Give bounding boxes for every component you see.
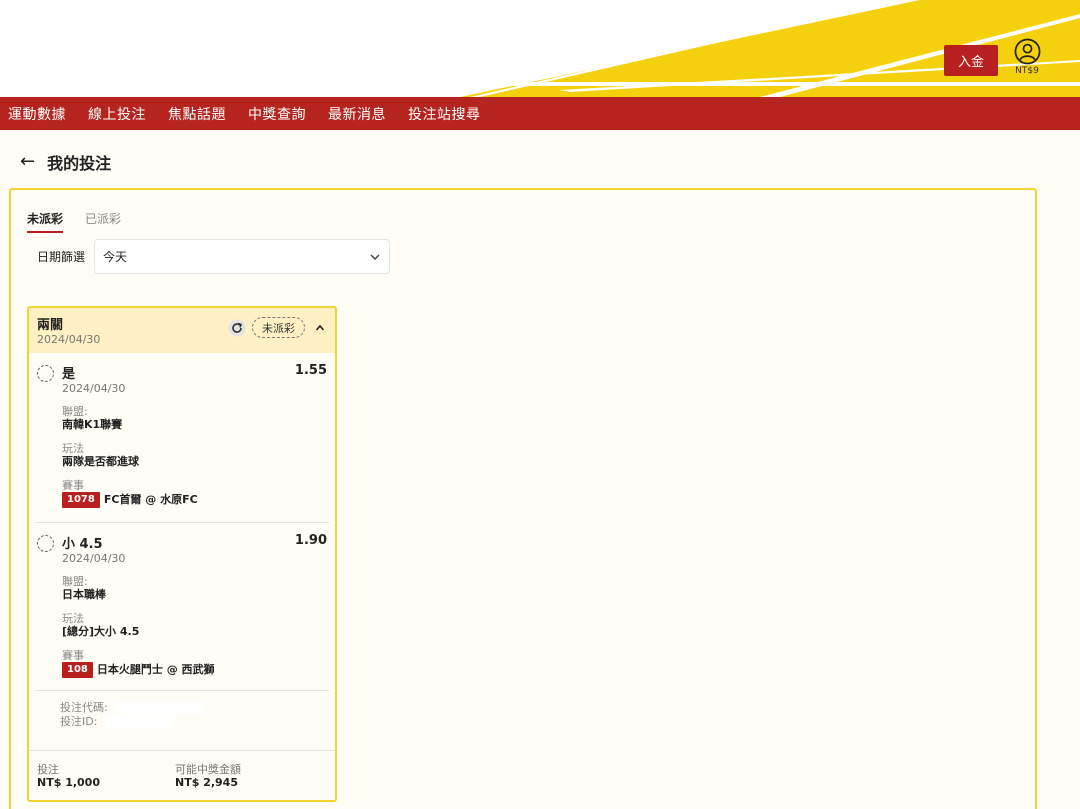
match-value-row: 108 日本火腿鬥士 @ 西武獅 [62, 662, 327, 678]
bet-selection: 是 2024/04/30 1.55 聯盟: 南韓K1聯賽 玩法 兩隊是否都進球 … [29, 353, 335, 522]
match-field: 賽事 108 日本火腿鬥士 @ 西武獅 [62, 649, 327, 678]
header-stripe-graphic [460, 0, 1080, 97]
bet-id-label: 投注ID: [60, 715, 98, 728]
nav-item-sports-data[interactable]: 運動數據 [8, 104, 66, 124]
bet-id-row: 投注ID: [60, 715, 329, 729]
match-label: 賽事 [62, 649, 84, 662]
bet-tabs: 未派彩 已派彩 [27, 210, 143, 233]
bet-card-actions: 未派彩 [228, 317, 325, 338]
match-value-row: 1078 FC首爾 @ 水原FC [62, 492, 327, 508]
play-label: 玩法 [62, 612, 84, 625]
page-title: 我的投注 [47, 154, 112, 173]
bet-code-label: 投注代碼: [60, 701, 108, 714]
chevron-down-icon [370, 253, 380, 260]
selection-head: 小 4.5 2024/04/30 1.90 [37, 533, 327, 565]
league-value: 日本職棒 [62, 588, 106, 601]
selection-name: 是 [62, 367, 76, 382]
play-label: 玩法 [62, 442, 84, 455]
selection-odds: 1.90 [294, 533, 327, 548]
nav-item-hot-topics[interactable]: 焦點話題 [168, 104, 226, 124]
bet-code-row: 投注代碼: [60, 701, 329, 715]
match-teams: FC首爾 @ 水原FC [103, 493, 198, 506]
selection-odds: 1.55 [294, 363, 327, 378]
selection-head: 是 2024/04/30 1.55 [37, 363, 327, 395]
account-balance: NT$9 [1015, 66, 1039, 76]
page-title-row: ← 我的投注 [20, 150, 111, 174]
payout-label: 可能中獎金額 [175, 763, 241, 776]
date-filter-select[interactable]: 今天 [94, 239, 391, 274]
bets-panel: 未派彩 已派彩 日期篩選 今天 兩關 2024/04/30 未派彩 是 2024… [9, 188, 1037, 809]
site-header: 入金 NT$9 [0, 0, 1080, 97]
league-field: 聯盟: 南韓K1聯賽 [62, 405, 327, 432]
selection-radio[interactable] [37, 365, 54, 382]
tab-unsettled[interactable]: 未派彩 [27, 210, 64, 233]
selection-main: 是 2024/04/30 [62, 363, 295, 395]
refresh-icon[interactable] [228, 319, 246, 337]
bet-selection: 小 4.5 2024/04/30 1.90 聯盟: 日本職棒 玩法 [總分]大小… [35, 522, 329, 678]
league-field: 聯盟: 日本職棒 [62, 575, 327, 602]
bet-card-footer: 投注 NT$ 1,000 可能中獎金額 NT$ 2,945 [29, 750, 335, 800]
nav-item-latest-news[interactable]: 最新消息 [328, 104, 386, 124]
play-value: 兩隊是否都進球 [62, 455, 139, 468]
chevron-up-icon[interactable] [315, 323, 325, 333]
tab-settled[interactable]: 已派彩 [85, 210, 121, 233]
nav-item-winning-check[interactable]: 中獎查詢 [248, 104, 306, 124]
selection-name: 小 4.5 [62, 537, 103, 552]
payout-col: 可能中獎金額 NT$ 2,945 [175, 763, 313, 800]
match-number-badge: 108 [62, 662, 93, 678]
status-badge: 未派彩 [252, 317, 305, 338]
selection-date: 2024/04/30 [62, 382, 126, 395]
match-number-badge: 1078 [62, 492, 100, 508]
deposit-button[interactable]: 入金 [944, 45, 998, 76]
stake-col: 投注 NT$ 1,000 [37, 763, 175, 800]
match-teams: 日本火腿鬥士 @ 西武獅 [96, 663, 215, 676]
account-menu[interactable]: NT$9 [1008, 38, 1046, 82]
payout-value: NT$ 2,945 [175, 776, 238, 789]
league-label: 聯盟: [62, 405, 88, 418]
league-label: 聯盟: [62, 575, 88, 588]
user-icon[interactable] [1014, 38, 1041, 65]
match-field: 賽事 1078 FC首爾 @ 水原FC [62, 479, 327, 508]
bet-card-header[interactable]: 兩關 2024/04/30 未派彩 [29, 308, 335, 353]
date-filter: 日期篩選 今天 [37, 239, 391, 274]
date-filter-label: 日期篩選 [37, 250, 86, 264]
stake-label: 投注 [37, 763, 59, 776]
date-filter-value: 今天 [103, 250, 128, 264]
main-nav: 運動數據 線上投注 焦點話題 中獎查詢 最新消息 投注站搜尋 [0, 97, 1080, 130]
match-label: 賽事 [62, 479, 84, 492]
nav-item-outlet-search[interactable]: 投注站搜尋 [408, 104, 481, 124]
selection-main: 小 4.5 2024/04/30 [62, 533, 295, 565]
selection-date: 2024/04/30 [62, 552, 126, 565]
redacted-id [105, 716, 173, 728]
play-value: [總分]大小 4.5 [62, 625, 140, 638]
bet-card: 兩關 2024/04/30 未派彩 是 2024/04/30 1.55 聯盟: … [27, 306, 337, 802]
play-field: 玩法 [總分]大小 4.5 [62, 612, 327, 639]
selection-radio[interactable] [37, 535, 54, 552]
nav-item-online-betting[interactable]: 線上投注 [88, 104, 146, 124]
bet-codes: 投注代碼: 投注ID: [35, 690, 329, 737]
stake-value: NT$ 1,000 [37, 776, 100, 789]
back-arrow-icon[interactable]: ← [20, 153, 35, 171]
play-field: 玩法 兩隊是否都進球 [62, 442, 327, 469]
redacted-code [115, 702, 203, 714]
league-value: 南韓K1聯賽 [62, 418, 123, 431]
